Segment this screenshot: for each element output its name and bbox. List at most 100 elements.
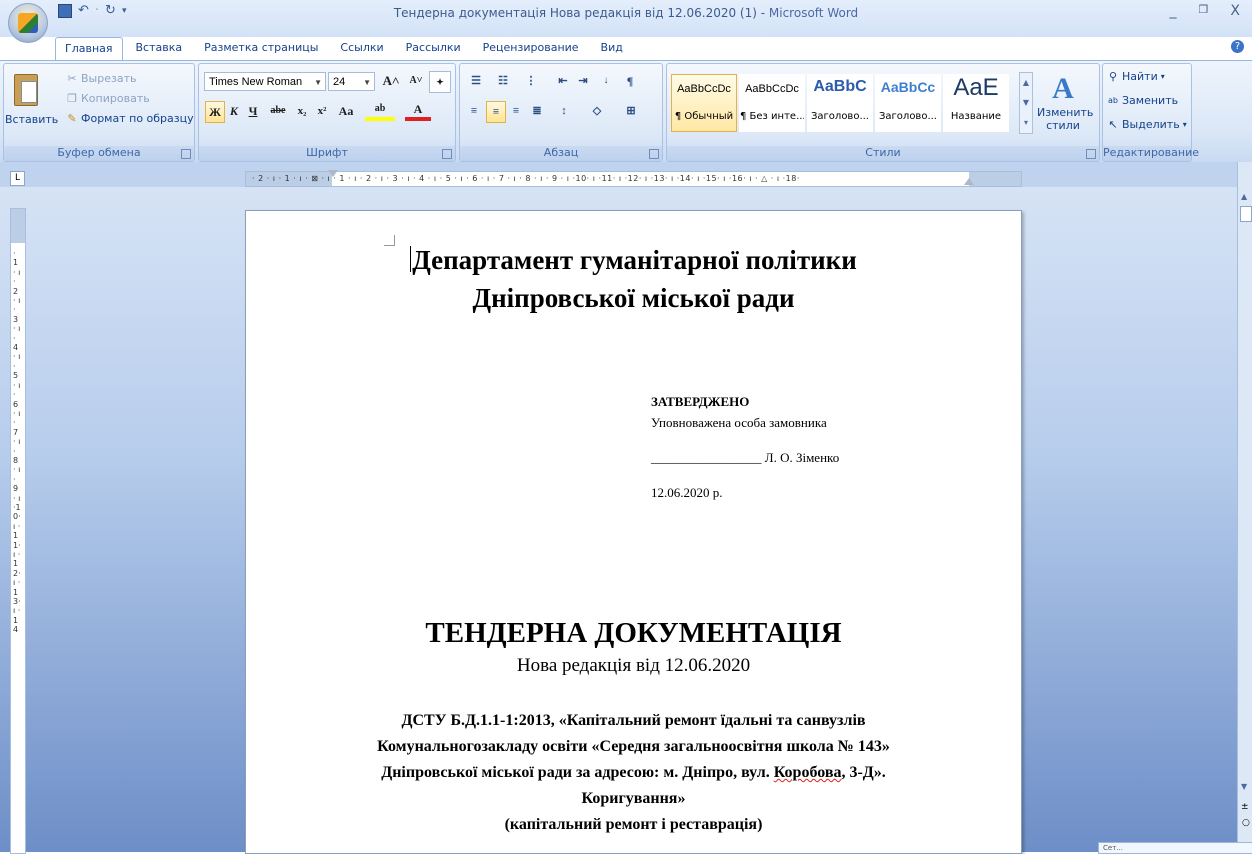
shading-icon[interactable]: ◇ — [582, 101, 612, 121]
paste-label[interactable]: Вставить — [5, 113, 58, 126]
bold-button[interactable]: Ж — [205, 101, 225, 123]
document-title: ТЕНДЕРНА ДОКУМЕНТАЦІЯ — [425, 617, 842, 649]
title-bar: ↶ · ↻ ▾ Тендерна документація Нова редак… — [0, 0, 1252, 37]
style-heading-1[interactable]: AaBbC Заголово... — [807, 74, 873, 132]
change-styles-label: Изменить стили — [1037, 106, 1094, 132]
styles-launcher-icon[interactable] — [1086, 149, 1096, 159]
title-separator: - — [756, 6, 769, 20]
decrease-indent-icon[interactable]: ⇤ — [554, 71, 572, 91]
subscript-button[interactable]: x₂ — [293, 101, 311, 121]
align-left-icon[interactable]: ≡ — [465, 101, 483, 121]
tab-selector[interactable]: L — [10, 171, 25, 186]
strikethrough-button[interactable]: abe — [265, 101, 291, 121]
change-styles-icon: A — [1052, 72, 1074, 105]
align-center-icon[interactable]: ≡ — [486, 101, 506, 123]
change-styles-button[interactable]: A Изменить стили — [1037, 72, 1094, 132]
vertical-scrollbar[interactable]: ▲ ▼ ± ○ — [1237, 162, 1252, 852]
paste-icon — [14, 74, 38, 106]
vertical-ruler-numbers: · 1 · ı · 2 · ı · 3 · ı · 4 · ı · 5 · ı … — [13, 249, 21, 635]
clear-formatting-icon[interactable]: ✦ — [429, 71, 451, 93]
styles-scroll[interactable]: ▲ ▼ ▾ — [1019, 72, 1033, 134]
style-heading-2[interactable]: AaBbCc Заголово... — [875, 74, 941, 132]
document-body: ДСТУ Б.Д.1.1-1:2013, «Капітальний ремонт… — [246, 708, 1021, 838]
tab-references[interactable]: Ссылки — [331, 37, 392, 60]
align-right-icon[interactable]: ≡ — [507, 101, 525, 121]
style-name: ¶ Обычный — [674, 111, 734, 122]
approval-block: ЗАТВЕРДЖЕНО Уповноважена особа замовника… — [651, 391, 839, 503]
show-formatting-icon[interactable]: ¶ — [620, 71, 640, 91]
body-line: Коригування» — [581, 790, 686, 807]
chevron-down-icon: ▼ — [314, 78, 322, 87]
multilevel-list-icon[interactable]: ⋮ — [520, 71, 542, 91]
editing-group: ⚲ Найти ▾ ab Заменить ↖ Выделить ▾ Редактиров… — [1102, 63, 1199, 162]
scroll-thumb[interactable] — [1240, 206, 1252, 222]
tab-view[interactable]: Вид — [592, 37, 632, 60]
shrink-font-button[interactable]: A˅ — [405, 71, 427, 91]
font-launcher-icon[interactable] — [442, 149, 452, 159]
browse-object-icon[interactable]: ○ — [1242, 818, 1250, 828]
horizontal-ruler[interactable]: · 2 · ı · 1 · ı · ⊠ · ı · 1 · ı · 2 · ı … — [245, 170, 1022, 187]
document-page[interactable]: Департамент гуманітарної політики Дніпро… — [245, 210, 1022, 854]
paragraph-launcher-icon[interactable] — [649, 149, 659, 159]
body-line: (капітальний ремонт і реставрація) — [504, 816, 763, 833]
sort-icon[interactable]: ↓ — [596, 71, 616, 91]
minimize-button[interactable]: _ — [1170, 3, 1177, 19]
style-name: Заголово... — [811, 111, 869, 122]
help-icon[interactable]: ? — [1231, 40, 1244, 53]
change-case-button[interactable]: Aa — [333, 101, 359, 121]
tab-mailings[interactable]: Рассылки — [397, 37, 470, 60]
style-no-spacing[interactable]: AaBbCcDc ¶ Без инте... — [739, 74, 805, 132]
paste-button[interactable] — [10, 72, 40, 108]
first-line-indent-marker[interactable] — [328, 170, 338, 177]
font-size-combo[interactable]: 24 ▼ — [328, 72, 375, 91]
superscript-button[interactable]: x² — [313, 101, 331, 121]
document-name: Тендерна документація Нова редакція від … — [393, 6, 757, 20]
numbering-icon[interactable]: ☷ — [492, 71, 514, 91]
font-color-button[interactable]: A — [405, 101, 431, 121]
office-button[interactable] — [8, 3, 48, 43]
tab-insert[interactable]: Вставка — [127, 37, 192, 60]
right-indent-marker[interactable] — [964, 178, 974, 185]
clipboard-launcher-icon[interactable] — [181, 149, 191, 159]
restore-button[interactable]: ❐ — [1199, 3, 1209, 19]
font-family-combo[interactable]: Times New Roman ▼ — [204, 72, 326, 91]
binoculars-icon: ⚲ — [1108, 69, 1118, 83]
ribbon-tabs: Главная Вставка Разметка страницы Ссылки… — [55, 37, 632, 60]
replace-button[interactable]: ab Заменить — [1107, 94, 1178, 107]
misspelled-word[interactable]: Коробова — [774, 764, 842, 781]
tab-review[interactable]: Рецензирование — [474, 37, 588, 60]
previous-page-icon[interactable]: ± — [1241, 802, 1249, 812]
find-button[interactable]: ⚲ Найти ▾ — [1107, 70, 1165, 83]
ribbon: Вставить ✂ Вырезать ❐ Копировать ✎ Формат п… — [0, 60, 1252, 163]
grow-font-button[interactable]: A˄ — [379, 71, 403, 91]
body-text: Дніпровської міської ради за адресою: м.… — [381, 764, 774, 781]
format-painter-button[interactable]: ✎ Формат по образцу — [66, 112, 193, 125]
borders-icon[interactable]: ⊞ — [616, 101, 646, 121]
scroll-up-icon[interactable]: ▲ — [1241, 192, 1247, 201]
tab-home[interactable]: Главная — [55, 37, 123, 60]
body-line: ДСТУ Б.Д.1.1-1:2013, «Капітальний ремонт… — [401, 712, 866, 729]
tab-page-layout[interactable]: Разметка страницы — [195, 37, 327, 60]
clipboard-group-label: Буфер обмена — [4, 146, 194, 161]
copy-button[interactable]: ❐ Копировать — [66, 92, 150, 105]
increase-indent-icon[interactable]: ⇥ — [574, 71, 592, 91]
replace-label: Заменить — [1122, 94, 1179, 107]
bullets-icon[interactable]: ☰ — [465, 71, 487, 91]
underline-button[interactable]: Ч — [245, 101, 261, 121]
style-sample: AaE — [953, 74, 999, 101]
cut-button[interactable]: ✂ Вырезать — [66, 72, 136, 85]
select-button[interactable]: ↖ Выделить ▾ — [1107, 118, 1186, 131]
style-title[interactable]: AaE Название — [943, 74, 1009, 132]
ruler-top-margin — [11, 209, 25, 243]
window-controls: _ ❐ X — [1170, 3, 1240, 19]
approval-date: 12.06.2020 р. — [651, 485, 723, 500]
style-normal[interactable]: AaBbCcDc ¶ Обычный — [671, 74, 737, 132]
line-spacing-icon[interactable]: ↕ — [552, 101, 576, 121]
vertical-ruler[interactable]: · 1 · ı · 2 · ı · 3 · ı · 4 · ı · 5 · ı … — [10, 208, 26, 854]
scroll-down-icon[interactable]: ▼ — [1241, 782, 1247, 791]
justify-icon[interactable]: ≣ — [528, 101, 546, 121]
italic-button[interactable]: К — [226, 101, 242, 121]
dept-line-1-text: Департамент гуманітарної політики — [412, 245, 857, 275]
highlight-button[interactable]: ab — [365, 101, 395, 121]
close-button[interactable]: X — [1230, 3, 1240, 19]
